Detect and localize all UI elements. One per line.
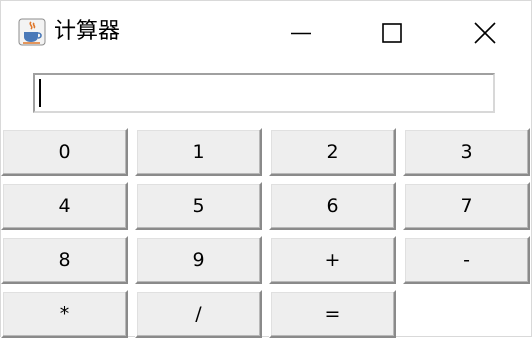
key-7[interactable]: 7 [403,182,530,230]
display-field[interactable] [33,73,495,113]
java-coffee-cup-icon [18,18,46,46]
key-divide[interactable]: / [135,290,262,338]
close-button[interactable] [462,11,508,55]
text-caret [39,79,41,107]
title-bar[interactable]: 计算器 [1,1,531,63]
key-6[interactable]: 6 [269,182,396,230]
key-5[interactable]: 5 [135,182,262,230]
key-1[interactable]: 1 [135,128,262,176]
window-title: 计算器 [54,19,121,44]
key-3[interactable]: 3 [403,128,530,176]
key-2[interactable]: 2 [269,128,396,176]
key-4[interactable]: 4 [1,182,128,230]
key-minus[interactable]: - [403,236,530,284]
key-9[interactable]: 9 [135,236,262,284]
minimize-icon [291,23,311,43]
calculator-window: 计算器 0 1 2 3 4 5 6 7 8 9 + - * / = [0,0,532,338]
maximize-icon [382,23,402,43]
key-plus[interactable]: + [269,236,396,284]
key-8[interactable]: 8 [1,236,128,284]
close-icon [474,22,496,44]
maximize-button[interactable] [369,11,415,55]
minimize-button[interactable] [278,11,324,55]
key-multiply[interactable]: * [1,290,128,338]
key-0[interactable]: 0 [1,128,128,176]
key-equals[interactable]: = [269,290,396,338]
